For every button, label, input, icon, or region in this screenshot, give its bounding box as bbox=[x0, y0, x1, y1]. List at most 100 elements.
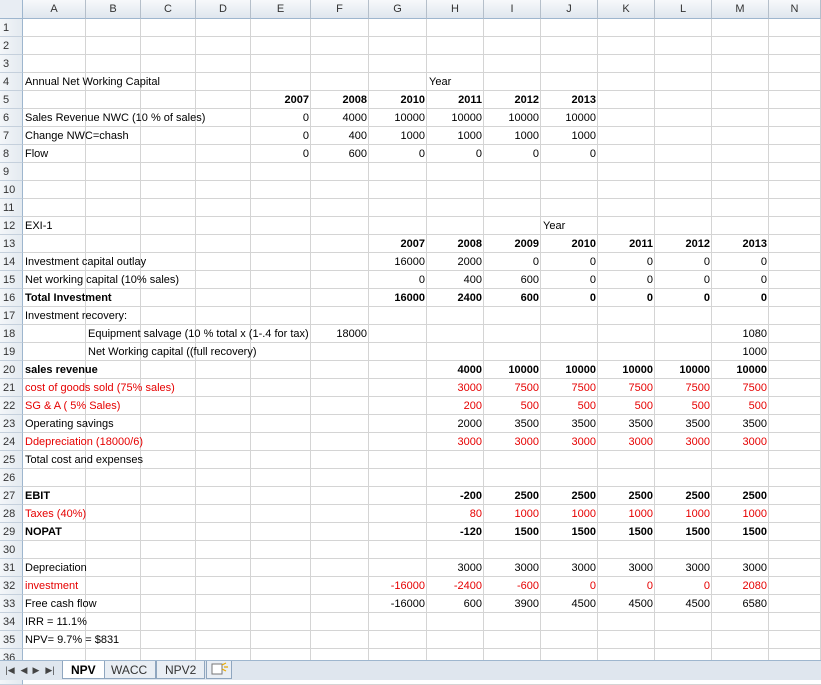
column-header-b[interactable]: B bbox=[86, 0, 141, 19]
gridline bbox=[23, 216, 821, 217]
column-header-m[interactable]: M bbox=[712, 0, 769, 19]
column-header-j[interactable]: J bbox=[541, 0, 598, 19]
row-header-5[interactable]: 5 bbox=[0, 91, 23, 109]
row-header-18[interactable]: 18 bbox=[0, 325, 23, 343]
column-header-h[interactable]: H bbox=[427, 0, 484, 19]
cell-value: 1500 bbox=[628, 526, 653, 538]
row-header-16[interactable]: 16 bbox=[0, 289, 23, 307]
cell-value: 2500 bbox=[514, 490, 539, 502]
column-header-f[interactable]: F bbox=[311, 0, 369, 19]
row-header-33[interactable]: 33 bbox=[0, 595, 23, 613]
row-header-11[interactable]: 11 bbox=[0, 199, 23, 217]
tab-npv[interactable]: NPV bbox=[62, 661, 105, 679]
row-header-13[interactable]: 13 bbox=[0, 235, 23, 253]
gridline bbox=[23, 180, 821, 181]
column-header-e[interactable]: E bbox=[251, 0, 311, 19]
column-header-a[interactable]: A bbox=[23, 0, 86, 19]
column-header-d[interactable]: D bbox=[196, 0, 251, 19]
column-header-i[interactable]: I bbox=[484, 0, 541, 19]
year-header: 2008 bbox=[342, 94, 367, 106]
row-header-23[interactable]: 23 bbox=[0, 415, 23, 433]
select-all-corner[interactable] bbox=[0, 0, 23, 19]
cell-value: 3000 bbox=[514, 436, 539, 448]
cell-value: 500 bbox=[691, 400, 710, 412]
row-header-29[interactable]: 29 bbox=[0, 523, 23, 541]
column-header-c[interactable]: C bbox=[141, 0, 196, 19]
row-header-27[interactable]: 27 bbox=[0, 487, 23, 505]
row-label: sales revenue bbox=[25, 364, 98, 376]
cell-value: 3000 bbox=[742, 562, 767, 574]
row-header-12[interactable]: 12 bbox=[0, 217, 23, 235]
column-header-g[interactable]: G bbox=[369, 0, 427, 19]
cell-value: 0 bbox=[589, 580, 596, 592]
row-header-3[interactable]: 3 bbox=[0, 55, 23, 73]
year-header: 2012 bbox=[685, 238, 710, 250]
year-header: 2007 bbox=[284, 94, 309, 106]
cell-value: 600 bbox=[348, 148, 367, 160]
cell-value: 3000 bbox=[571, 562, 596, 574]
row-header-1[interactable]: 1 bbox=[0, 19, 23, 37]
cell-value: 3900 bbox=[514, 598, 539, 610]
cell-value: 0 bbox=[302, 112, 309, 124]
row-header-20[interactable]: 20 bbox=[0, 361, 23, 379]
cell-value: 3500 bbox=[514, 418, 539, 430]
cell-value: 3000 bbox=[514, 562, 539, 574]
cell-value: 500 bbox=[520, 400, 539, 412]
cell-value: 16000 bbox=[394, 292, 425, 304]
row-header-32[interactable]: 32 bbox=[0, 577, 23, 595]
row-header-10[interactable]: 10 bbox=[0, 181, 23, 199]
row-header-26[interactable]: 26 bbox=[0, 469, 23, 487]
column-header-n[interactable]: N bbox=[769, 0, 821, 19]
cell-value: 0 bbox=[532, 148, 539, 160]
cell-value: 0 bbox=[646, 580, 653, 592]
row-label: Flow bbox=[25, 148, 49, 160]
insert-sheet-icon[interactable] bbox=[206, 661, 232, 679]
row-header-2[interactable]: 2 bbox=[0, 37, 23, 55]
cell-value: 10000 bbox=[622, 364, 653, 376]
row-header-24[interactable]: 24 bbox=[0, 433, 23, 451]
cell-value: 200 bbox=[463, 400, 482, 412]
cell-value: 3500 bbox=[628, 418, 653, 430]
row-header-30[interactable]: 30 bbox=[0, 541, 23, 559]
cell-value: -120 bbox=[459, 526, 482, 538]
cell-value: 3000 bbox=[571, 436, 596, 448]
npv-result: NPV= 9.7% = $831 bbox=[25, 634, 120, 646]
last-sheet-icon[interactable]: ▶| bbox=[44, 664, 56, 677]
row-header-22[interactable]: 22 bbox=[0, 397, 23, 415]
cell-value: 80 bbox=[469, 508, 482, 520]
column-header-k[interactable]: K bbox=[598, 0, 655, 19]
row-header-15[interactable]: 15 bbox=[0, 271, 23, 289]
row-header-8[interactable]: 8 bbox=[0, 145, 23, 163]
row-label: Equipment salvage (10 % total x (1-.4 fo… bbox=[88, 328, 309, 340]
row-header-7[interactable]: 7 bbox=[0, 127, 23, 145]
tab-wacc[interactable]: WACC bbox=[102, 661, 157, 679]
next-sheet-icon[interactable]: ▶ bbox=[30, 664, 42, 677]
irr-result: IRR = 11.1% bbox=[25, 616, 87, 628]
cell-value: 0 bbox=[302, 130, 309, 142]
row-header-9[interactable]: 9 bbox=[0, 163, 23, 181]
row-header-6[interactable]: 6 bbox=[0, 109, 23, 127]
cell-value: 0 bbox=[532, 256, 539, 268]
row-header-14[interactable]: 14 bbox=[0, 253, 23, 271]
column-header-l[interactable]: L bbox=[655, 0, 712, 19]
cell-value: 1000 bbox=[514, 508, 539, 520]
row-header-17[interactable]: 17 bbox=[0, 307, 23, 325]
first-sheet-icon[interactable]: |◀ bbox=[4, 664, 16, 677]
tab-npv2[interactable]: NPV2 bbox=[156, 661, 206, 679]
cell-value: 6580 bbox=[742, 598, 767, 610]
row-header-19[interactable]: 19 bbox=[0, 343, 23, 361]
row-header-31[interactable]: 31 bbox=[0, 559, 23, 577]
row-header-25[interactable]: 25 bbox=[0, 451, 23, 469]
cell-value: 0 bbox=[760, 292, 767, 304]
year-label: Year bbox=[543, 220, 566, 232]
row-header-34[interactable]: 34 bbox=[0, 613, 23, 631]
row-label: EBIT bbox=[25, 490, 51, 502]
prev-sheet-icon[interactable]: ◀ bbox=[18, 664, 30, 677]
row-header-35[interactable]: 35 bbox=[0, 631, 23, 649]
row-label: Total Investment bbox=[25, 292, 112, 304]
row-header-4[interactable]: 4 bbox=[0, 73, 23, 91]
row-header-28[interactable]: 28 bbox=[0, 505, 23, 523]
sheet-tab-bar: |◀ ◀ ▶ ▶| NPV WACC NPV2 bbox=[0, 660, 821, 680]
row-header-21[interactable]: 21 bbox=[0, 379, 23, 397]
cell-value: 0 bbox=[418, 274, 425, 286]
